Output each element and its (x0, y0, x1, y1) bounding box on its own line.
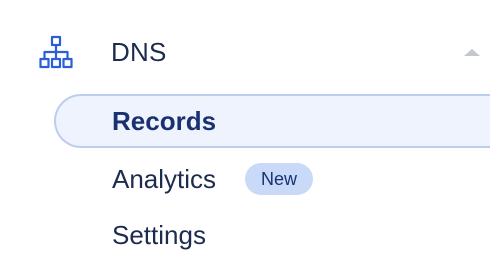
sidebar-item-label: Records (112, 106, 217, 136)
sidebar-item-settings[interactable]: Settings (54, 208, 490, 262)
sidebar-item-records[interactable]: Records (54, 94, 490, 148)
sidebar-item-label: Analytics (112, 164, 217, 194)
chevron-up-icon[interactable] (462, 46, 482, 58)
new-badge: New (245, 163, 314, 195)
sitemap-icon (39, 35, 73, 69)
dns-section-header[interactable]: DNS (0, 26, 490, 80)
dns-section-label: DNS (111, 37, 167, 67)
sidebar-nav: DNS Records Analytics New Settings (0, 0, 490, 280)
sidebar-item-analytics[interactable]: Analytics New (54, 152, 490, 206)
sidebar-item-label: Settings (112, 220, 206, 250)
